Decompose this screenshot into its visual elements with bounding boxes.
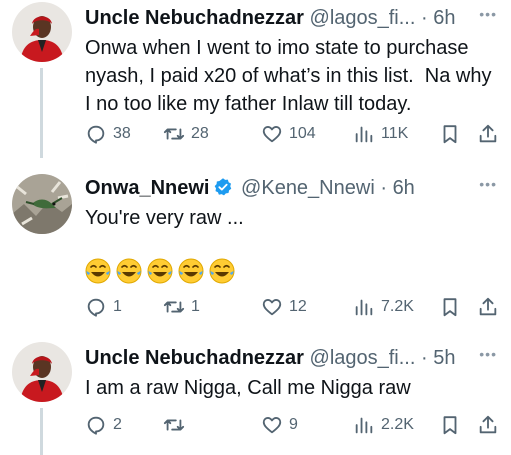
heart-icon: [262, 299, 282, 316]
timestamp[interactable]: 5h: [433, 347, 455, 369]
red-suit-person-avatar-icon: [12, 2, 72, 62]
display-name[interactable]: Uncle Nebuchadnezzar: [85, 347, 304, 369]
views-chart-icon: [355, 126, 373, 143]
bookmark-icon: [443, 298, 457, 317]
more-options-icon[interactable]: •••: [475, 6, 497, 22]
tears-of-joy-emoji-icon: [116, 258, 142, 284]
separator-dot: ·: [421, 7, 428, 29]
tweet[interactable]: Uncle Nebuchadnezzar @lagos_fi... · 6h •…: [0, 0, 511, 158]
share-button[interactable]: [477, 121, 499, 147]
separator-dot: ·: [421, 347, 428, 369]
lizard-photo-avatar-icon: [12, 174, 72, 234]
avatar[interactable]: [12, 2, 72, 62]
views-button[interactable]: 2.2K: [353, 412, 414, 438]
reply-count: 1: [113, 298, 122, 315]
tweet-actions: 2 9 2.2K: [85, 412, 497, 438]
tears-of-joy-emoji-icon: [209, 258, 235, 284]
more-options-icon[interactable]: •••: [475, 176, 497, 192]
timestamp[interactable]: 6h: [433, 7, 455, 29]
like-button[interactable]: 12: [261, 294, 307, 320]
bookmark-button[interactable]: [439, 294, 461, 320]
repost-button[interactable]: 1: [163, 294, 200, 320]
user-handle[interactable]: @Kene_Nnewi: [241, 177, 375, 199]
reply-icon: [87, 298, 105, 317]
share-button[interactable]: [477, 412, 499, 438]
share-icon: [479, 124, 497, 143]
reply-count: 38: [113, 125, 131, 142]
heart-icon: [262, 417, 282, 434]
views-chart-icon: [355, 417, 373, 434]
tweet-header: Onwa_Nnewi @Kene_Nnewi · 6h: [85, 174, 501, 202]
tears-of-joy-emoji-icon: [178, 258, 204, 284]
emoji-row: [85, 258, 235, 286]
user-handle[interactable]: @lagos_fi...: [310, 347, 416, 369]
repost-icon: [163, 128, 185, 140]
display-name[interactable]: Uncle Nebuchadnezzar: [85, 7, 304, 29]
user-handle[interactable]: @lagos_fi...: [310, 7, 416, 29]
like-count: 9: [289, 416, 298, 433]
bookmark-icon: [443, 125, 457, 144]
tweet-text: Onwa when I went to imo state to purchas…: [85, 37, 498, 115]
heart-icon: [262, 126, 282, 143]
separator-dot: ·: [380, 177, 387, 199]
reply-icon: [87, 416, 105, 435]
more-options-icon[interactable]: •••: [475, 346, 497, 362]
repost-button[interactable]: 28: [163, 121, 209, 147]
bookmark-icon: [443, 416, 457, 435]
repost-count: 28: [191, 125, 209, 142]
avatar[interactable]: [12, 342, 72, 402]
display-name[interactable]: Onwa_Nnewi: [85, 177, 209, 199]
share-button[interactable]: [477, 294, 499, 320]
bookmark-button[interactable]: [439, 121, 461, 147]
tweet[interactable]: Uncle Nebuchadnezzar @lagos_fi... · 5h •…: [0, 340, 511, 455]
timestamp[interactable]: 6h: [393, 177, 415, 199]
repost-count: 1: [191, 298, 200, 315]
reply-icon: [87, 125, 105, 144]
like-count: 12: [289, 298, 307, 315]
red-suit-person-avatar-icon: [12, 342, 72, 402]
bookmark-button[interactable]: [439, 412, 461, 438]
tears-of-joy-emoji-icon: [85, 258, 111, 284]
tears-of-joy-emoji-icon: [147, 258, 173, 284]
reply-count: 2: [113, 416, 122, 433]
tweet-actions: 1 1 12 7.2K: [85, 294, 497, 320]
tweet-header: Uncle Nebuchadnezzar @lagos_fi... · 5h: [85, 344, 501, 372]
tweet-text: You're very raw ...: [85, 207, 244, 229]
tweet-header: Uncle Nebuchadnezzar @lagos_fi... · 6h: [85, 4, 501, 32]
verified-badge-icon: [215, 178, 232, 196]
repost-icon: [163, 301, 185, 313]
views-count: 2.2K: [381, 416, 414, 433]
like-button[interactable]: 9: [261, 412, 298, 438]
share-icon: [479, 415, 497, 434]
thread-line: [40, 68, 43, 158]
share-icon: [479, 297, 497, 316]
reply-button[interactable]: 38: [85, 121, 131, 147]
avatar[interactable]: [12, 174, 72, 234]
reply-button[interactable]: 2: [85, 412, 122, 438]
repost-button[interactable]: [163, 412, 191, 438]
repost-icon: [163, 419, 185, 431]
like-count: 104: [289, 125, 316, 142]
like-button[interactable]: 104: [261, 121, 316, 147]
tweet[interactable]: Onwa_Nnewi @Kene_Nnewi · 6h ••• You're v…: [0, 170, 511, 330]
thread-line: [40, 408, 43, 455]
views-button[interactable]: 11K: [353, 121, 408, 147]
views-count: 7.2K: [381, 298, 414, 315]
views-button[interactable]: 7.2K: [353, 294, 414, 320]
tweet-text: I am a raw Nigga, Call me Nigga raw: [85, 377, 411, 399]
tweet-actions: 38 28 104 11K: [85, 121, 497, 147]
views-count: 11K: [381, 125, 409, 142]
views-chart-icon: [355, 299, 373, 316]
reply-button[interactable]: 1: [85, 294, 122, 320]
